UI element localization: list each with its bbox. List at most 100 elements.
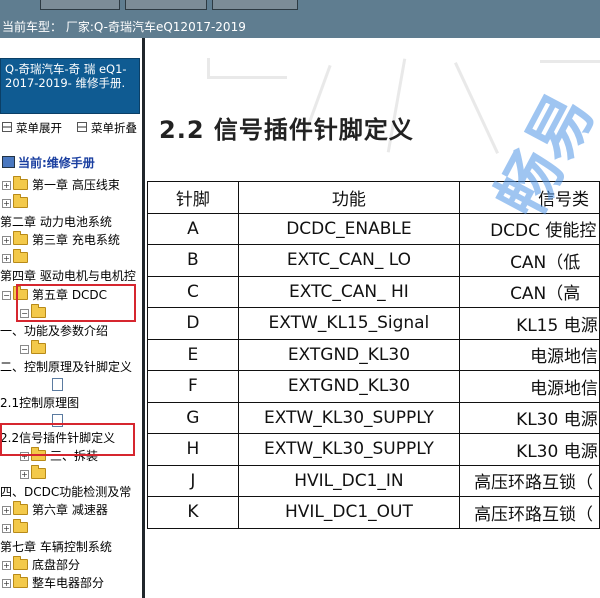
watermark-line (454, 62, 499, 154)
minus-icon: − (2, 291, 11, 300)
column-header-function: 功能 (237, 181, 461, 214)
pin-definition-table: 针脚 功能 信号类 A DCDC_ENABLE DCDC 使能控 B EXTC_CAN… (147, 181, 600, 529)
cell-signal: CAN（低 (459, 244, 600, 277)
tree-item-section2-1[interactable]: 2.1控制原理图 (0, 396, 79, 410)
manual-title[interactable]: Q-奇瑞汽车-奇 瑞 eQ1-2017-2019- 维修手册. (0, 58, 140, 114)
table-row: A DCDC_ENABLE DCDC 使能控 (147, 212, 600, 245)
cell-pin: G (147, 401, 239, 434)
folder-icon (13, 574, 28, 588)
highlight-box-section2-2 (0, 423, 135, 456)
tree-item-chapter4[interactable]: 第四章 驱动电机与电机控 (0, 269, 136, 283)
plus-icon: + (2, 524, 11, 533)
tree-item-folder[interactable]: + (20, 465, 50, 481)
tree-item-folder[interactable]: + (2, 519, 32, 535)
column-header-signal-type: 信号类 (459, 181, 600, 214)
cell-signal: KL30 电源 (459, 401, 600, 434)
cell-function: HVIL_DC1_IN (237, 464, 461, 497)
toolbar-button-1[interactable] (40, 0, 120, 10)
plus-icon: + (2, 254, 11, 263)
cell-pin: J (147, 464, 239, 497)
cell-signal: DCDC 使能控 (459, 212, 600, 245)
cell-pin: E (147, 338, 239, 371)
cell-signal: KL15 电源 (459, 307, 600, 340)
plus-icon: + (2, 506, 11, 515)
highlight-box-chapter5 (16, 284, 136, 322)
table-row: E EXTGND_KL30 电源地信 (147, 338, 600, 371)
tree-item-chapter1[interactable]: + 第一章 高压线束 (2, 176, 120, 192)
table-row: K HVIL_DC1_OUT 高压环路互锁（ (147, 496, 600, 529)
table-row: F EXTGND_KL30 电源地信 (147, 370, 600, 403)
tree-item-chapter2[interactable]: 第二章 动力电池系统 (0, 215, 112, 229)
tree-item-folder[interactable]: − (20, 340, 50, 356)
cell-function: EXTGND_KL30 (237, 338, 461, 371)
cell-function: HVIL_DC1_OUT (237, 496, 461, 529)
toolbar-button-3[interactable] (212, 0, 298, 10)
cell-pin: H (147, 433, 239, 466)
folder-icon (13, 501, 28, 515)
minus-icon: − (20, 345, 29, 354)
cell-function: EXTW_KL15_Signal (237, 307, 461, 340)
cell-signal: 高压环路互锁（ (459, 464, 600, 497)
tree-item-chapter6[interactable]: + 第六章 减速器 (2, 501, 108, 517)
cell-signal: CAN（高 (459, 275, 600, 308)
tree-item-chassis[interactable]: + 底盘部分 (2, 556, 80, 572)
folder-icon (13, 519, 28, 533)
expand-icon (2, 122, 12, 132)
tree-item-section1[interactable]: 一、功能及参数介绍 (0, 324, 108, 338)
cell-function: EXTW_KL30_SUPPLY (237, 433, 461, 466)
content-pane: 2.2 信号插件针脚定义 针脚 功能 信号类 A DCDC_ENABLE DCDC … (145, 38, 600, 598)
table-row: D EXTW_KL15_Signal KL15 电源 (147, 307, 600, 340)
current-car-label: 当前车型： 厂家:Q-奇瑞汽车eQ12017-2019 (2, 20, 246, 34)
cell-signal: 高压环路互锁（ (459, 496, 600, 529)
tree-item-chapter3[interactable]: + 第三章 充电系统 (2, 231, 120, 247)
table-row: J HVIL_DC1_IN 高压环路互锁（ (147, 464, 600, 497)
collapse-icon (77, 122, 87, 132)
folder-icon (31, 465, 46, 479)
folder-icon (13, 194, 28, 208)
document-icon (52, 378, 63, 391)
plus-icon: + (20, 470, 29, 479)
tree-current[interactable]: 当前:维修手册 (2, 156, 95, 170)
cell-signal: 电源地信 (459, 338, 600, 371)
cell-pin: F (147, 370, 239, 403)
table-row: B EXTC_CAN_ LO CAN（低 (147, 244, 600, 277)
menu-collapse-button[interactable]: 菜单折叠 (77, 120, 137, 136)
folder-icon (13, 231, 28, 245)
tree-item-section2[interactable]: 二、控制原理及针脚定义 (0, 360, 132, 374)
table-row: G EXTW_KL30_SUPPLY KL30 电源 (147, 401, 600, 434)
cell-function: EXTC_CAN_ HI (237, 275, 461, 308)
tree-item-electrical[interactable]: + 整车电器部分 (2, 574, 104, 590)
cell-pin: C (147, 275, 239, 308)
toolbar-button-2[interactable] (125, 0, 207, 10)
tree-item-doc[interactable] (52, 378, 63, 392)
tree-item-folder[interactable]: + (2, 194, 32, 210)
watermark-line (540, 60, 600, 63)
tree-item-section4[interactable]: 四、DCDC功能检测及常 (0, 485, 131, 499)
folder-icon (13, 556, 28, 570)
cell-pin: K (147, 496, 239, 529)
watermark-line (207, 58, 210, 78)
cell-function: EXTW_KL30_SUPPLY (237, 401, 461, 434)
plus-icon: + (2, 181, 11, 190)
table-row: C EXTC_CAN_ HI CAN（高 (147, 275, 600, 308)
folder-icon (31, 340, 46, 354)
table-row: H EXTW_KL30_SUPPLY KL30 电源 (147, 433, 600, 466)
cell-pin: A (147, 212, 239, 245)
cell-function: EXTC_CAN_ LO (237, 244, 461, 277)
plus-icon: + (2, 561, 11, 570)
tree-item-folder[interactable]: + (2, 249, 32, 265)
folder-icon (13, 176, 28, 190)
cell-signal: 电源地信 (459, 370, 600, 403)
cell-pin: B (147, 244, 239, 277)
table-header-row: 针脚 功能 信号类 (147, 181, 600, 214)
tree-item-chapter7[interactable]: 第七章 车辆控制系统 (0, 540, 112, 554)
cell-function: DCDC_ENABLE (237, 212, 461, 245)
computer-icon (2, 156, 15, 168)
cell-function: EXTGND_KL30 (237, 370, 461, 403)
plus-icon: + (2, 236, 11, 245)
menu-expand-button[interactable]: 菜单展开 (2, 120, 62, 136)
sidebar: Q-奇瑞汽车-奇 瑞 eQ1-2017-2019- 维修手册. 菜单展开 菜单折… (0, 38, 142, 598)
page-title: 2.2 信号插件针脚定义 (159, 116, 414, 144)
plus-icon: + (2, 579, 11, 588)
cell-pin: D (147, 307, 239, 340)
